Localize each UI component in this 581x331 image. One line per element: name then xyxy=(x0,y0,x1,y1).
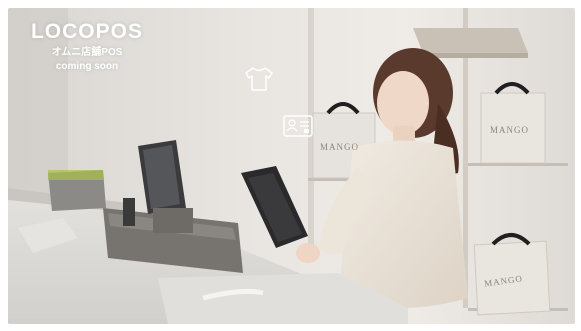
video-frame: MANGO MANGO MANGO LOCOPOS オムニ店舗POS comin… xyxy=(0,0,581,331)
brand-overlay: LOCOPOS オムニ店舗POS coming soon xyxy=(22,20,152,73)
bag-label: MANGO xyxy=(320,142,360,152)
brand-subtitle: オムニ店舗POS xyxy=(51,47,123,58)
id-card-icon xyxy=(283,115,313,137)
brand-title: LOCOPOS xyxy=(30,20,143,43)
brand-tagline: coming soon xyxy=(55,61,119,72)
bag-label: MANGO xyxy=(490,125,530,135)
tshirt-icon xyxy=(245,67,273,91)
